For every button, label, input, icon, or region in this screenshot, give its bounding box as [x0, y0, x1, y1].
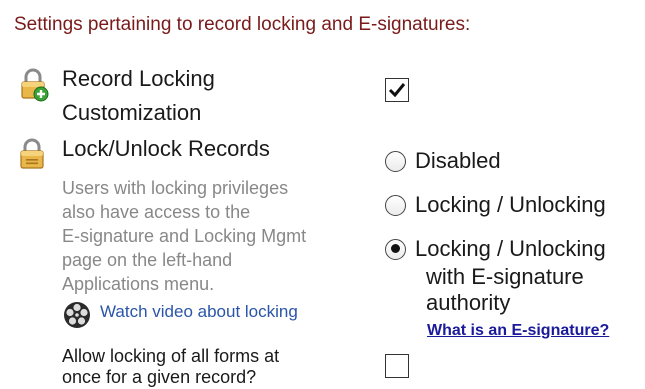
allow-all-forms-label-line1: Allow locking of all forms at	[62, 346, 280, 366]
radio-button[interactable]	[385, 194, 406, 216]
record-locking-checkbox[interactable]	[385, 78, 409, 102]
radio-locking-esignature-label: Locking / Unlocking	[415, 236, 606, 261]
watch-video-link[interactable]: Watch video about locking	[100, 302, 298, 322]
radio-locking-unlocking[interactable]: Locking / Unlocking	[385, 192, 606, 218]
lock-add-icon	[16, 68, 50, 107]
film-reel-icon	[62, 300, 92, 335]
padlock-icon	[18, 138, 46, 175]
radio-locking-unlocking-label: Locking / Unlocking	[415, 192, 606, 217]
radio-locking-esignature[interactable]: Locking / Unlocking	[385, 236, 606, 262]
record-locking-label-line2: Customization	[62, 100, 202, 125]
lock-description-line: Users with locking privileges	[62, 178, 289, 198]
what-is-esignature-link[interactable]: What is an E-signature?	[427, 322, 609, 340]
allow-all-forms-checkbox[interactable]	[385, 354, 409, 378]
checkmark-icon	[388, 83, 406, 98]
record-locking-label-line1: Record Locking	[62, 66, 215, 91]
lock-unlock-label: Lock/Unlock Records	[62, 136, 270, 161]
radio-button[interactable]	[385, 150, 406, 172]
radio-locking-esignature-sub2: authority	[426, 290, 511, 315]
allow-all-forms-label-line2: once for a given record?	[62, 367, 257, 387]
radio-locking-esignature-sub1: with E-signature	[426, 264, 584, 289]
lock-description-line: page on the left-hand	[62, 250, 233, 270]
lock-description-line: Applications menu.	[62, 274, 215, 294]
radio-disabled[interactable]: Disabled	[385, 148, 501, 174]
lock-description-line: also have access to the	[62, 202, 251, 222]
radio-disabled-label: Disabled	[415, 148, 501, 173]
lock-description-line: E-signature and Locking Mgmt	[62, 226, 307, 246]
radio-button-selected[interactable]	[385, 238, 406, 260]
section-header: Settings pertaining to record locking an…	[14, 14, 471, 35]
